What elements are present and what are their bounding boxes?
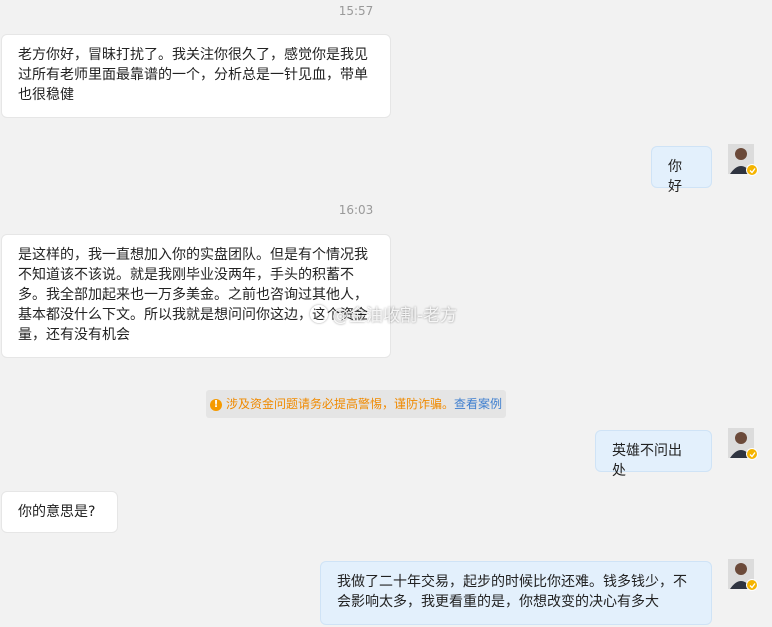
timestamp: 15:57 [338,4,374,18]
outgoing-message[interactable]: 你好 [651,146,712,195]
notice-text: 涉及资金问题请务必提高警惕，谨防诈骗。 [226,397,455,411]
avatar[interactable] [728,428,758,460]
outgoing-message[interactable]: 我做了二十年交易，起步的时候比你还难。钱多钱少，不 会影响太多，我更看重的是，你… [320,561,712,625]
avatar[interactable] [728,144,758,176]
verified-badge-icon [746,448,758,460]
timestamp: 16:03 [338,203,374,217]
verified-badge-icon [746,164,758,176]
avatar[interactable] [728,559,758,591]
incoming-message[interactable]: 你的意思是? [1,491,118,533]
incoming-message[interactable]: 老方你好，冒昧打扰了。我关注你很久了，感觉你是我见 过所有老师里面最靠谱的一个，… [1,34,391,118]
incoming-message[interactable]: 是这样的，我一直想加入你的实盘团队。但是有个情况我 不知道该不该说。就是我刚毕业… [1,234,391,358]
outgoing-message[interactable]: 英雄不问出处 [595,430,712,479]
verified-badge-icon [746,579,758,591]
view-cases-link[interactable]: 查看案例 [454,397,502,411]
warning-icon: ! [210,398,222,411]
security-notice: ! 涉及资金问题请务必提高警惕，谨防诈骗。查看案例 [206,390,506,418]
